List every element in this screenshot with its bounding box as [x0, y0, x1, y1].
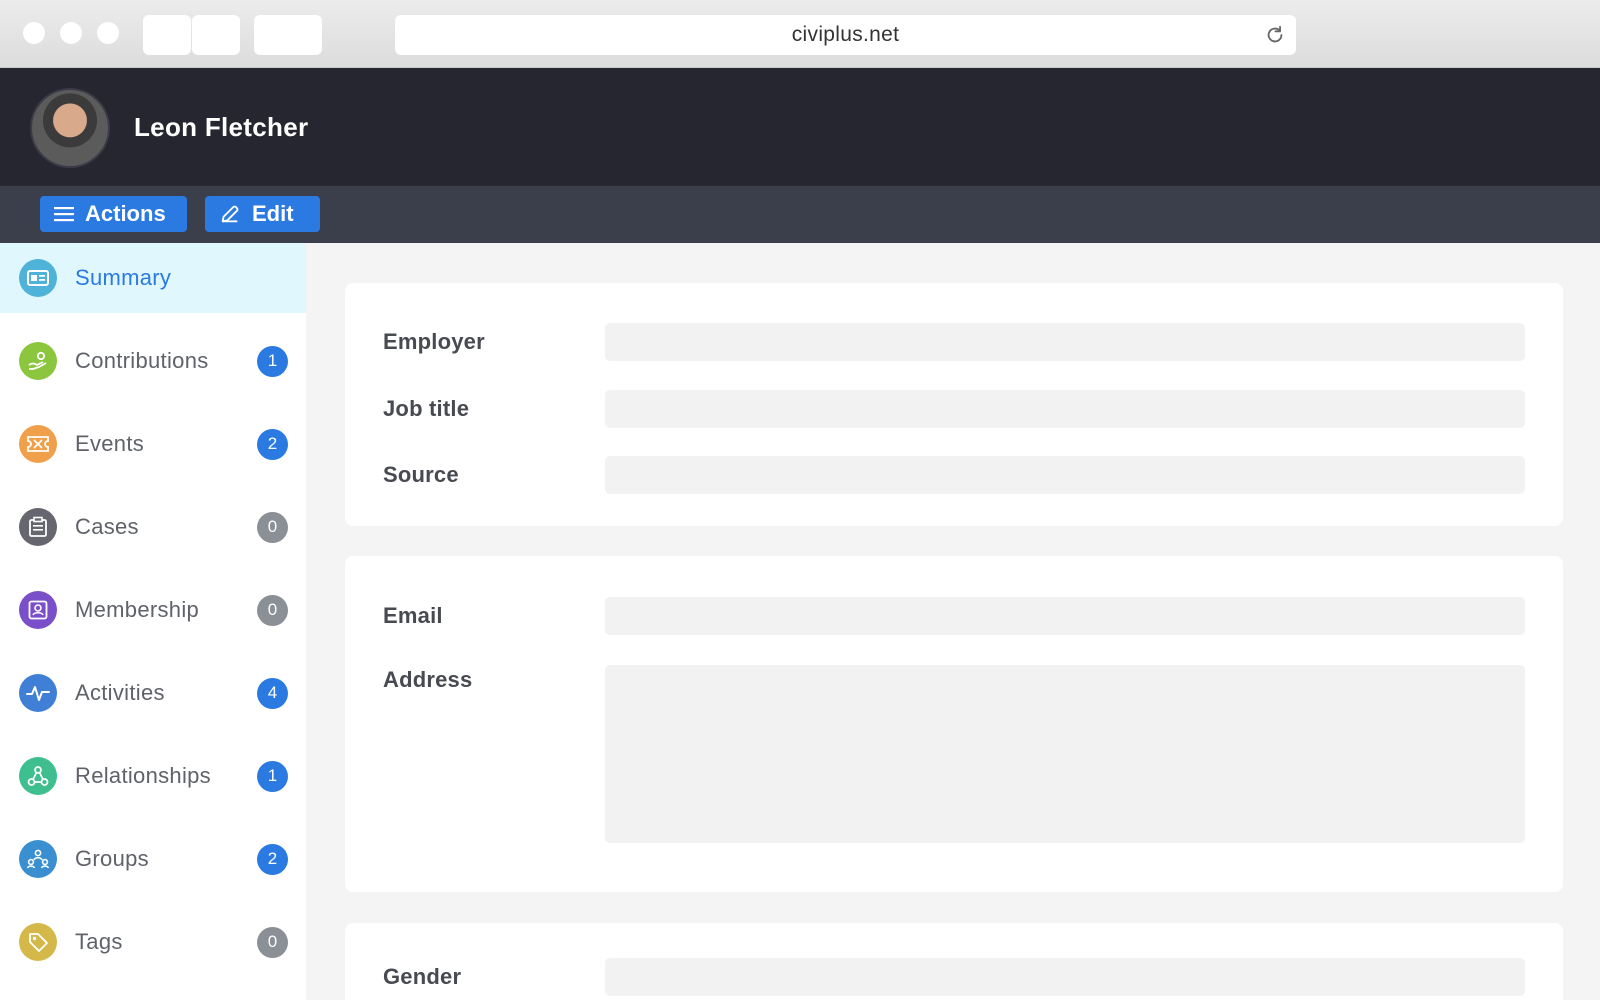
employer-label: Employer	[383, 329, 485, 355]
count-badge: 1	[257, 761, 288, 792]
job-title-field[interactable]	[605, 390, 1525, 428]
sidebar-item-membership[interactable]: Membership 0	[0, 575, 306, 645]
contact-info-card: Email Address	[345, 556, 1563, 892]
address-label: Address	[383, 667, 472, 693]
address-bar[interactable]: civiplus.net	[395, 15, 1296, 55]
sidebar-item-events[interactable]: Events 2	[0, 409, 306, 479]
contact-header: Leon Fletcher	[0, 68, 1600, 186]
sidebar-item-label: Tags	[75, 929, 123, 955]
sidebar-item-label: Contributions	[75, 348, 209, 374]
window-maximize-button[interactable]	[97, 22, 119, 44]
avatar	[30, 88, 110, 168]
browser-chrome: civiplus.net	[0, 0, 1600, 68]
window-close-button[interactable]	[23, 22, 45, 44]
actions-label: Actions	[85, 201, 166, 227]
demographics-card: Gender	[345, 923, 1563, 1000]
pulse-icon	[19, 674, 57, 712]
email-label: Email	[383, 603, 443, 629]
job-title-label: Job title	[383, 396, 469, 422]
sidebar-item-groups[interactable]: Groups 2	[0, 824, 306, 894]
sidebar-item-label: Events	[75, 431, 144, 457]
count-badge: 2	[257, 429, 288, 460]
gender-field[interactable]	[605, 958, 1525, 996]
sidebar-item-label: Summary	[75, 265, 171, 291]
browser-forward-button[interactable]	[192, 15, 240, 55]
count-badge: 0	[257, 927, 288, 958]
clipboard-icon	[19, 508, 57, 546]
member-card-icon	[19, 591, 57, 629]
sidebar-item-label: Cases	[75, 514, 139, 540]
reload-icon[interactable]	[1264, 24, 1286, 46]
pencil-icon	[219, 203, 241, 225]
menu-icon	[54, 206, 74, 222]
count-badge: 1	[257, 346, 288, 377]
work-details-card: Employer Job title Source	[345, 283, 1563, 526]
edit-label: Edit	[252, 201, 294, 227]
address-field[interactable]	[605, 665, 1525, 843]
sidebar-item-summary[interactable]: Summary	[0, 243, 306, 313]
source-field[interactable]	[605, 456, 1525, 494]
sidebar-item-label: Membership	[75, 597, 199, 623]
actions-button[interactable]: Actions	[40, 196, 187, 232]
count-badge: 0	[257, 595, 288, 626]
edit-button[interactable]: Edit	[205, 196, 320, 232]
count-badge: 2	[257, 844, 288, 875]
source-label: Source	[383, 462, 459, 488]
browser-back-button[interactable]	[143, 15, 191, 55]
browser-tabs-button[interactable]	[254, 15, 322, 55]
employer-field[interactable]	[605, 323, 1525, 361]
id-card-icon	[19, 259, 57, 297]
sidebar-item-label: Activities	[75, 680, 165, 706]
people-group-icon	[19, 840, 57, 878]
window-minimize-button[interactable]	[60, 22, 82, 44]
sidebar-item-relationships[interactable]: Relationships 1	[0, 741, 306, 811]
count-badge: 0	[257, 512, 288, 543]
sidebar-item-tags[interactable]: Tags 0	[0, 907, 306, 977]
tag-icon	[19, 923, 57, 961]
sidebar-item-cases[interactable]: Cases 0	[0, 492, 306, 562]
sidebar-item-contributions[interactable]: Contributions 1	[0, 326, 306, 396]
sidebar: Summary Contributions 1 Events 2 Cases 0…	[0, 243, 306, 1000]
action-toolbar: Actions Edit	[0, 186, 1600, 243]
ticket-icon	[19, 425, 57, 463]
email-field[interactable]	[605, 597, 1525, 635]
count-badge: 4	[257, 678, 288, 709]
donation-hands-icon	[19, 342, 57, 380]
sidebar-item-activities[interactable]: Activities 4	[0, 658, 306, 728]
network-icon	[19, 757, 57, 795]
contact-name: Leon Fletcher	[134, 112, 308, 143]
sidebar-item-label: Groups	[75, 846, 149, 872]
sidebar-item-label: Relationships	[75, 763, 211, 789]
url-text: civiplus.net	[792, 23, 899, 47]
gender-label: Gender	[383, 964, 461, 990]
